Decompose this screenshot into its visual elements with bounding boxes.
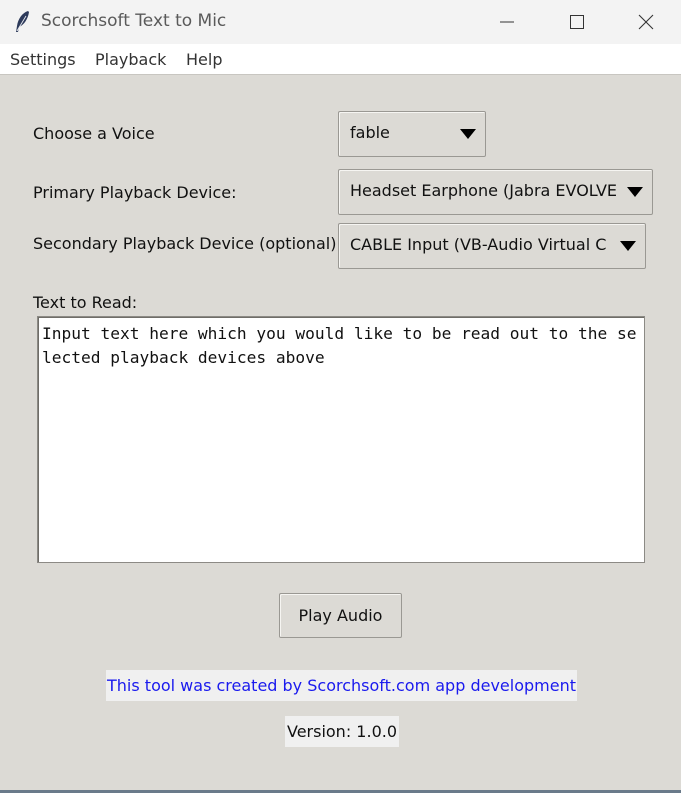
text-to-read-label: Text to Read: xyxy=(33,293,138,312)
secondary-device-value: CABLE Input (VB-Audio Virtual C xyxy=(350,235,607,254)
close-button[interactable] xyxy=(611,0,681,44)
chevron-down-icon xyxy=(620,241,636,251)
play-audio-button[interactable]: Play Audio xyxy=(279,593,402,638)
secondary-device-label: Secondary Playback Device (optional): xyxy=(33,234,342,253)
minimize-button[interactable] xyxy=(472,0,542,44)
version-label: Version: 1.0.0 xyxy=(285,716,399,747)
feather-icon xyxy=(16,11,29,32)
menu-playback[interactable]: Playback xyxy=(95,50,166,69)
window-title: Scorchsoft Text to Mic xyxy=(41,11,227,31)
credit-link[interactable]: This tool was created by Scorchsoft.com … xyxy=(106,670,577,701)
primary-device-label: Primary Playback Device: xyxy=(33,183,237,202)
menu-help[interactable]: Help xyxy=(186,50,222,69)
maximize-button[interactable] xyxy=(542,0,612,44)
title-bar[interactable]: Scorchsoft Text to Mic xyxy=(0,0,681,44)
primary-device-value: Headset Earphone (Jabra EVOLVE xyxy=(350,181,617,200)
chevron-down-icon xyxy=(460,129,476,139)
menu-settings[interactable]: Settings xyxy=(10,50,76,69)
text-to-read-content[interactable]: Input text here which you would like to … xyxy=(42,322,644,370)
secondary-device-select[interactable]: CABLE Input (VB-Audio Virtual C xyxy=(338,223,646,269)
text-to-read-input[interactable]: Input text here which you would like to … xyxy=(37,316,645,563)
maximize-icon xyxy=(570,15,584,29)
close-icon xyxy=(638,14,654,30)
voice-select[interactable]: fable xyxy=(338,111,486,157)
menu-bar: Settings Playback Help xyxy=(0,46,681,74)
minimize-icon xyxy=(500,21,514,23)
primary-device-select[interactable]: Headset Earphone (Jabra EVOLVE xyxy=(338,169,653,215)
voice-label: Choose a Voice xyxy=(33,124,155,143)
chevron-down-icon xyxy=(627,187,643,197)
voice-select-value: fable xyxy=(350,123,390,142)
